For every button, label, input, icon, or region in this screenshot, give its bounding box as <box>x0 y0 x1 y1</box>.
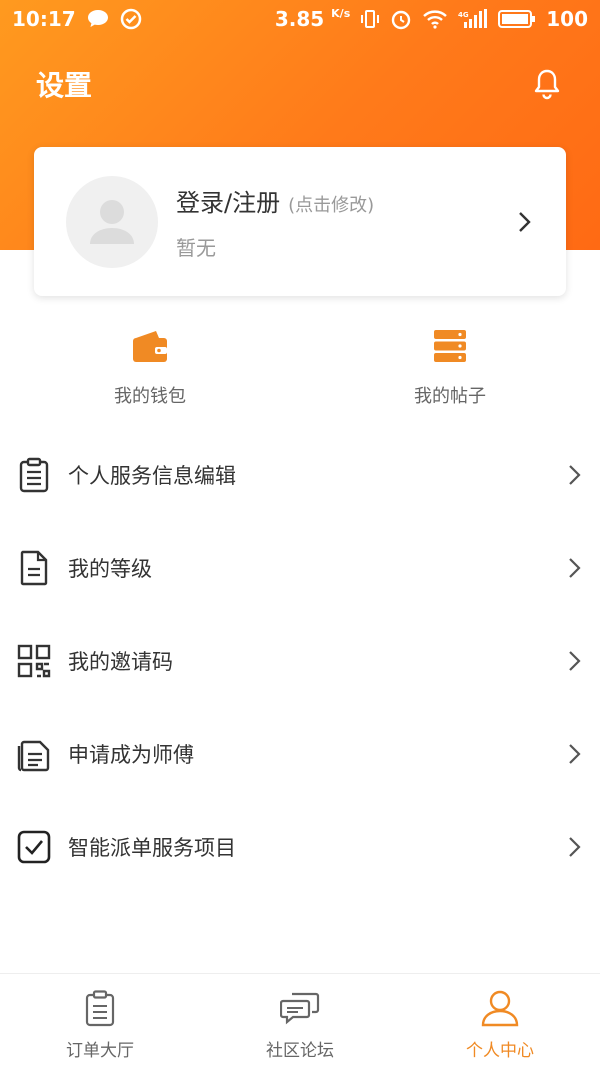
menu-item-label: 个人服务信息编辑 <box>68 463 236 488</box>
cell-signal-icon: 4G <box>458 9 488 29</box>
svg-text:4G: 4G <box>458 11 469 19</box>
tab-label: 个人中心 <box>466 1041 534 1061</box>
menu-item-my-level[interactable]: 我的等级 <box>0 521 600 614</box>
status-bar: 10:17 3.85 K/s 4G 100 <box>0 0 600 38</box>
bottom-tab-bar: 订单大厅 社区论坛 个人中心 <box>0 973 600 1067</box>
profile-card[interactable]: 登录/注册 (点击修改) 暂无 <box>34 147 566 296</box>
chevron-right-icon <box>564 740 584 768</box>
menu-item-label: 我的等级 <box>68 556 152 581</box>
bell-icon[interactable] <box>530 67 564 101</box>
avatar <box>66 175 158 268</box>
wifi-icon <box>422 9 448 29</box>
chevron-right-icon <box>564 461 584 489</box>
server-stack-icon <box>430 326 470 366</box>
login-register-link[interactable]: 登录/注册 <box>176 183 280 218</box>
menu-item-label: 我的邀请码 <box>68 649 173 674</box>
edit-hint: (点击修改) <box>288 194 375 216</box>
tab-community-forum[interactable]: 社区论坛 <box>200 974 400 1067</box>
chevron-right-icon <box>564 833 584 861</box>
qr-code-icon <box>16 643 52 679</box>
status-time: 10:17 <box>12 7 76 31</box>
chevron-right-icon <box>514 208 534 236</box>
chevron-right-icon <box>564 554 584 582</box>
user-icon <box>480 988 520 1028</box>
menu-item-smart-dispatch[interactable]: 智能派单服务项目 <box>0 800 600 893</box>
user-placeholder-icon <box>90 199 134 244</box>
clipboard-icon <box>16 457 52 493</box>
menu-item-label: 智能派单服务项目 <box>68 835 236 860</box>
page-title: 设置 <box>36 69 93 102</box>
tab-order-hall[interactable]: 订单大厅 <box>0 974 200 1067</box>
battery-icon <box>498 9 536 29</box>
vibrate-icon <box>360 8 380 30</box>
quick-actions: 我的钱包 我的帖子 <box>0 326 600 416</box>
wallet-icon <box>130 326 170 366</box>
top-bar: 设置 <box>0 58 600 110</box>
menu-item-service-info[interactable]: 个人服务信息编辑 <box>0 428 600 521</box>
quick-action-label: 我的帖子 <box>414 386 486 407</box>
battery-level: 100 <box>546 7 588 31</box>
chevron-right-icon <box>564 647 584 675</box>
tab-label: 订单大厅 <box>66 1041 134 1061</box>
settings-menu: 个人服务信息编辑 我的等级 我的邀请码 申请成为师傅 智能派单服务项目 <box>0 428 600 893</box>
chat-bubbles-icon <box>280 988 320 1028</box>
menu-item-invite-code[interactable]: 我的邀请码 <box>0 614 600 707</box>
tab-personal-center[interactable]: 个人中心 <box>400 974 600 1067</box>
tab-label: 社区论坛 <box>266 1041 334 1061</box>
clipboard-icon <box>80 988 120 1028</box>
menu-item-apply-master[interactable]: 申请成为师傅 <box>0 707 600 800</box>
alarm-icon <box>390 8 412 30</box>
check-circle-icon <box>120 8 142 30</box>
document-icon <box>16 550 52 586</box>
quick-action-label: 我的钱包 <box>114 386 186 407</box>
profile-subtitle: 暂无 <box>176 235 216 260</box>
copy-documents-icon <box>16 736 52 772</box>
quick-action-wallet[interactable]: 我的钱包 <box>0 326 300 416</box>
network-speed: 3.85 K/s <box>274 7 351 31</box>
checkbox-icon <box>16 829 52 865</box>
quick-action-posts[interactable]: 我的帖子 <box>300 326 600 416</box>
message-icon <box>86 8 110 30</box>
menu-item-label: 申请成为师傅 <box>68 742 194 767</box>
